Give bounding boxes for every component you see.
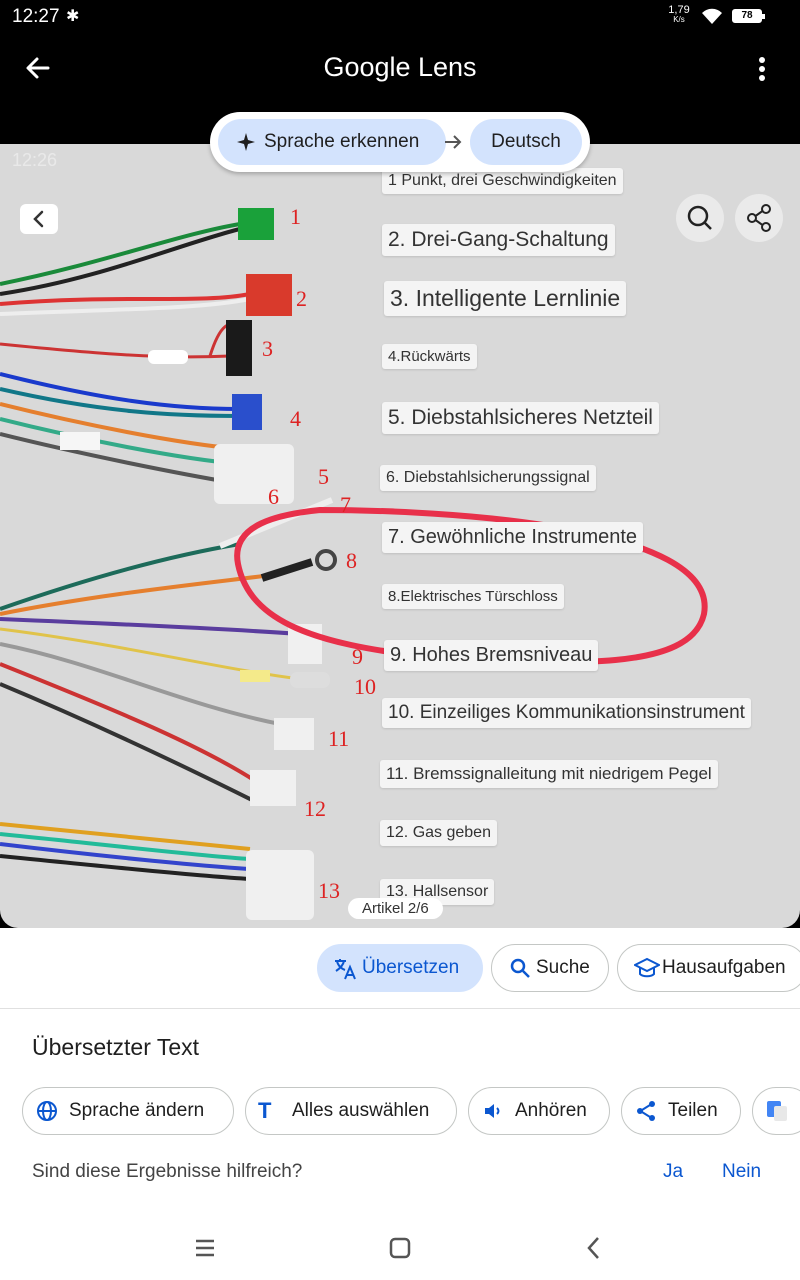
source-language-button[interactable]: Sprache erkennen	[218, 119, 446, 165]
google-translate-button[interactable]	[752, 1087, 800, 1135]
translated-label[interactable]: 11. Bremssignalleitung mit niedrigem Peg…	[380, 760, 718, 788]
image-search-button[interactable]	[676, 194, 724, 242]
part-number: 7	[340, 492, 351, 517]
feedback-question: Sind diese Ergebnisse hilfreich?	[32, 1161, 303, 1182]
image-share-button[interactable]	[735, 194, 783, 242]
translated-label[interactable]: 2. Drei-Gang-Schaltung	[382, 224, 615, 256]
listen-button[interactable]: Anhören	[468, 1087, 610, 1135]
part-number: 9	[352, 644, 363, 669]
part-number: 2	[296, 286, 307, 311]
item-counter: Artikel 2/6	[348, 898, 443, 919]
battery-icon: 78	[732, 9, 765, 23]
arrow-right-icon	[445, 135, 462, 149]
translated-label[interactable]: 6. Diebstahlsicherungssignal	[380, 465, 596, 491]
share-button[interactable]: Teilen	[621, 1087, 741, 1135]
search-icon	[687, 205, 712, 230]
translated-label[interactable]: 10. Einzeiliges Kommunikationsinstrument	[382, 698, 751, 728]
part-number: 10	[354, 674, 376, 699]
text-format-icon: T	[258, 1098, 272, 1123]
sparkle-icon	[237, 133, 255, 151]
image-back-button[interactable]	[20, 204, 58, 234]
status-time: 12:27	[12, 6, 60, 27]
globe-icon	[37, 1101, 57, 1121]
translated-label[interactable]: 3. Intelligente Lernlinie	[384, 281, 627, 316]
part-number: 8	[346, 548, 357, 573]
status-bar: 12:27 ✱ 1,79 K/s 78	[0, 0, 800, 34]
translated-label[interactable]: 4.Rückwärts	[382, 344, 477, 369]
home-icon[interactable]	[388, 1234, 412, 1262]
language-selector: Sprache erkennen Deutsch	[210, 112, 590, 172]
part-number: 6	[268, 484, 279, 509]
bluetooth-icon: ✱	[66, 8, 80, 25]
part-number: 13	[318, 878, 340, 903]
lens-image[interactable]: 12:26 1 2 3 4 5 6 7 8 9 10 11 12 13 1 Pu…	[0, 144, 800, 928]
part-number: 11	[328, 726, 350, 751]
translated-label[interactable]: 8.Elektrisches Türschloss	[382, 584, 564, 609]
share-icon	[747, 204, 771, 232]
translated-text-title: Übersetzter Text	[32, 1034, 200, 1060]
chevron-left-icon	[33, 210, 44, 228]
translated-label[interactable]: 9. Hohes Bremsniveau	[384, 640, 599, 671]
share-icon	[637, 1101, 655, 1121]
translate-chip[interactable]: Übersetzen	[317, 944, 483, 992]
more-options-icon[interactable]	[750, 54, 774, 84]
speaker-icon	[485, 1104, 500, 1118]
search-chip[interactable]: Suche	[491, 944, 609, 992]
system-nav-bar	[0, 1220, 800, 1280]
graduation-cap-icon	[634, 957, 660, 978]
wifi-icon	[702, 8, 722, 24]
target-language-button[interactable]: Deutsch	[470, 119, 582, 165]
select-all-button[interactable]: T Alles auswählen	[245, 1087, 457, 1135]
translated-label[interactable]: 5. Diebstahlsicheres Netzteil	[382, 402, 659, 434]
part-number: 5	[318, 464, 329, 489]
network-speed: 1,79 K/s	[668, 4, 690, 25]
part-number: 3	[262, 336, 273, 361]
search-icon	[510, 958, 530, 978]
part-number: 4	[290, 406, 301, 431]
back-icon[interactable]	[584, 1234, 604, 1262]
translated-label[interactable]: 12. Gas geben	[380, 820, 497, 846]
part-number: 1	[290, 204, 301, 229]
app-title: Google Lens	[323, 52, 477, 82]
homework-chip[interactable]: Hausaufgaben	[617, 944, 800, 992]
divider	[0, 1008, 800, 1009]
feedback-no-button[interactable]: Nein	[722, 1161, 761, 1183]
recent-apps-icon[interactable]	[194, 1234, 216, 1262]
translated-label[interactable]: 7. Gewöhnliche Instrumente	[382, 522, 644, 553]
part-number: 12	[304, 796, 326, 821]
ghost-status-time: 12:26	[12, 150, 58, 170]
google-translate-icon	[767, 1101, 787, 1121]
feedback-yes-button[interactable]: Ja	[663, 1161, 683, 1183]
translate-icon	[335, 959, 356, 980]
change-language-button[interactable]: Sprache ändern	[22, 1087, 234, 1135]
